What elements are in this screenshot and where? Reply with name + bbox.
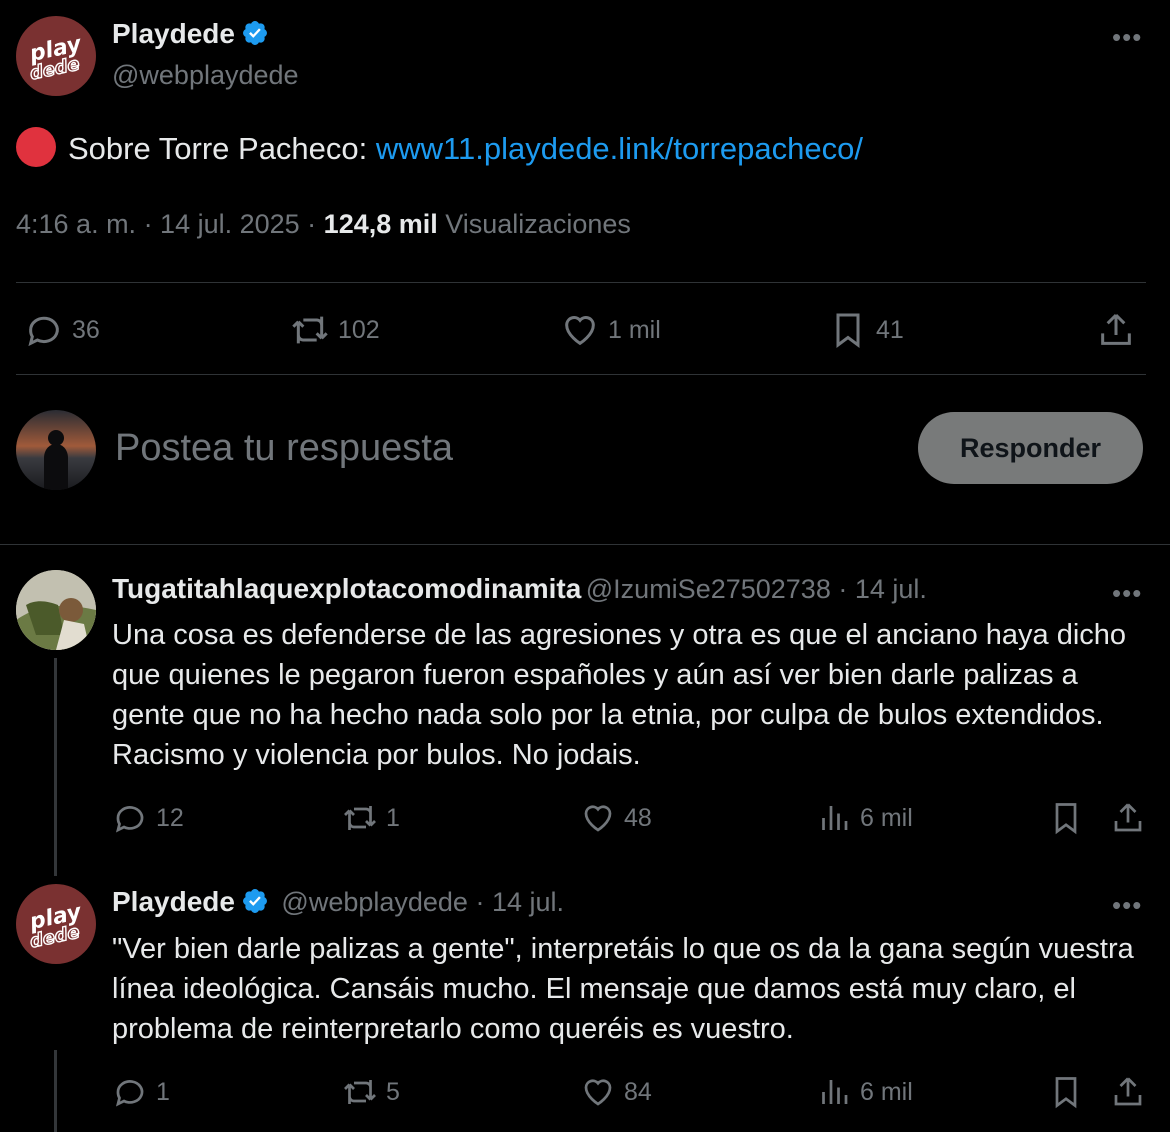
tweet-link[interactable]: www11.playdede.link/torrepacheco/ <box>376 131 863 166</box>
more-options-icon[interactable]: ••• <box>1112 22 1142 53</box>
author-handle[interactable]: @webplaydede <box>112 60 299 91</box>
tweet-text-prefix: Sobre Torre Pacheco: <box>68 131 376 166</box>
reply-date[interactable]: · 14 jul. <box>468 887 564 917</box>
views-count: 124,8 mil <box>323 209 438 239</box>
share-icon <box>1114 1077 1142 1106</box>
user-avatar-image <box>16 410 96 490</box>
reply-author-name[interactable]: Playdede <box>112 886 235 917</box>
like-count: 48 <box>624 803 652 832</box>
like-action[interactable]: 48 <box>580 800 652 836</box>
divider <box>16 282 1146 283</box>
bookmark-action[interactable]: 41 <box>828 310 904 350</box>
share-icon <box>1101 313 1131 345</box>
bookmark-icon <box>836 313 860 348</box>
like-count: 84 <box>624 1077 652 1106</box>
thread-line <box>54 658 57 876</box>
reply-action[interactable]: 12 <box>112 800 184 836</box>
retweet-icon <box>344 1080 376 1104</box>
retweet-action[interactable]: 1 <box>342 800 400 836</box>
reply-count: 36 <box>72 315 100 344</box>
views-action[interactable]: 6 mil <box>816 800 913 836</box>
current-user-avatar[interactable] <box>16 410 96 490</box>
retweet-count: 102 <box>338 315 380 344</box>
retweet-action[interactable]: 5 <box>342 1074 400 1110</box>
reply-author-name[interactable]: Tugatitahlaquexplotacomodinamita <box>112 573 581 604</box>
reply-icon <box>115 1080 144 1107</box>
author-name[interactable]: Playdede <box>112 18 269 50</box>
retweet-icon <box>344 806 376 830</box>
more-options-icon[interactable]: ••• <box>1112 578 1142 609</box>
reply-text: "Ver bien darle palizas a gente", interp… <box>112 933 1134 1045</box>
reply-input[interactable]: Postea tu respuesta <box>115 427 453 470</box>
reply-author-avatar[interactable] <box>16 570 96 650</box>
tweet-text: Sobre Torre Pacheco: www11.playdede.link… <box>16 127 863 169</box>
author-name-text: Playdede <box>112 18 235 49</box>
retweet-count: 5 <box>386 1077 400 1106</box>
playdede-logo-icon: play dede <box>27 32 85 80</box>
divider <box>0 544 1170 545</box>
bookmark-icon <box>1055 803 1077 835</box>
red-circle-icon <box>16 127 56 167</box>
views-chart-icon <box>822 1080 848 1104</box>
reply-icon <box>28 316 59 347</box>
retweet-icon <box>292 316 328 344</box>
tweet-meta: 4:16 a. m. · 14 jul. 2025 · 124,8 mil Vi… <box>16 209 631 240</box>
bookmark-action[interactable] <box>1048 1074 1092 1110</box>
views-label: Visualizaciones <box>437 209 631 239</box>
like-action[interactable]: 1 mil <box>560 310 661 350</box>
bookmark-action[interactable] <box>1048 800 1092 836</box>
reply-date[interactable]: · 14 jul. <box>831 574 927 604</box>
author-avatar[interactable]: play dede <box>16 16 96 96</box>
avatar-image <box>16 570 96 650</box>
reply-author-handle[interactable]: @IzumiSe27502738 <box>586 574 831 604</box>
reply-author-avatar[interactable]: play dede <box>16 884 96 964</box>
share-action[interactable] <box>1096 310 1144 350</box>
heart-icon <box>565 316 595 346</box>
heart-icon <box>584 1079 612 1106</box>
reply-count: 12 <box>156 803 184 832</box>
heart-icon <box>584 805 612 832</box>
playdede-logo-icon: play dede <box>27 900 85 948</box>
like-action[interactable]: 84 <box>580 1074 652 1110</box>
share-icon <box>1114 803 1142 832</box>
reply-button[interactable]: Responder <box>918 412 1143 484</box>
bookmark-icon <box>1055 1077 1077 1109</box>
thread-line <box>54 1050 57 1132</box>
bookmark-count: 41 <box>876 315 904 344</box>
divider <box>16 374 1146 375</box>
reply-count: 1 <box>156 1077 170 1106</box>
retweet-action[interactable]: 102 <box>290 310 380 350</box>
reply-action[interactable]: 1 <box>112 1074 170 1110</box>
views-chart-icon <box>822 806 848 830</box>
views-count: 6 mil <box>860 803 913 832</box>
views-count: 6 mil <box>860 1077 913 1106</box>
views-action[interactable]: 6 mil <box>816 1074 913 1110</box>
like-count: 1 mil <box>608 315 661 344</box>
verified-badge-icon <box>242 889 267 913</box>
reply-icon <box>115 806 144 833</box>
verified-badge-icon <box>242 21 267 45</box>
reply-author-handle[interactable]: @webplaydede <box>281 887 468 917</box>
tweet-timestamp[interactable]: 4:16 a. m. · 14 jul. 2025 · <box>16 209 324 239</box>
reply-header: Playdede @webplaydede · 14 jul. <box>112 886 564 918</box>
reply-action[interactable]: 36 <box>24 310 100 350</box>
retweet-count: 1 <box>386 803 400 832</box>
more-options-icon[interactable]: ••• <box>1112 890 1142 921</box>
share-action[interactable] <box>1110 800 1154 836</box>
reply-header: Tugatitahlaquexplotacomodinamita @IzumiS… <box>112 573 927 605</box>
reply-text: Una cosa es defenderse de las agresiones… <box>112 619 1127 771</box>
share-action[interactable] <box>1110 1074 1154 1110</box>
